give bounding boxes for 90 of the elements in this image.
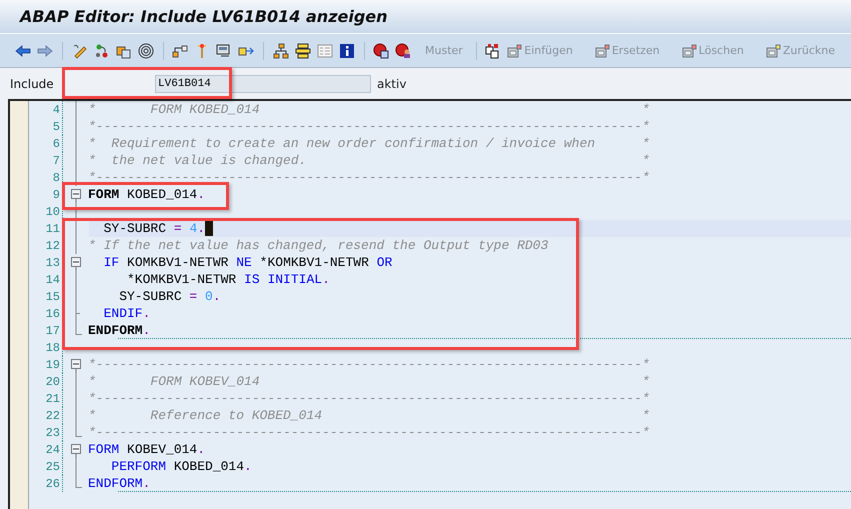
line-number: 8 <box>52 170 61 184</box>
code-text: KOMKBV1-NETWR <box>126 255 230 270</box>
period: . <box>142 323 150 338</box>
code-text: *KOMKBV1-NETWR <box>126 272 238 287</box>
keyword: INITIAL <box>266 272 322 287</box>
period: . <box>322 272 330 287</box>
collapse-icon[interactable] <box>71 254 81 271</box>
line-number: 16 <box>44 306 61 320</box>
hierarchy-icon[interactable] <box>272 42 288 60</box>
line-number: 11 <box>44 222 61 236</box>
keyword: ENDFORM <box>88 476 143 491</box>
code-comment: *----------------------------------------------------------------------* <box>88 170 650 185</box>
window-icon <box>766 44 781 58</box>
info-icon[interactable] <box>338 42 354 60</box>
period: . <box>142 306 150 321</box>
period: . <box>212 289 221 304</box>
line-number: 20 <box>44 374 61 388</box>
linked-dots-icon[interactable] <box>94 42 110 60</box>
line-number: 7 <box>52 154 61 168</box>
code-comment: *----------------------------------------------------------------------* <box>88 425 650 440</box>
line-number: 25 <box>44 460 61 474</box>
keyword: ENDFORM <box>88 323 143 338</box>
operator: = <box>189 289 198 304</box>
window-title: ABAP Editor: Include LV61B014 anzeigen <box>20 7 388 26</box>
include-label: Include <box>10 76 55 90</box>
line-number: 18 <box>44 340 61 354</box>
line-number: 26 <box>44 476 61 490</box>
window-icon <box>594 44 610 58</box>
code-text: SY-SUBRC <box>118 289 183 304</box>
line-number: 6 <box>52 136 61 150</box>
paste-icon[interactable] <box>485 42 502 60</box>
text-cursor <box>205 221 214 236</box>
operator: = <box>174 221 182 236</box>
keyword: IS <box>244 272 260 287</box>
collapse-icon[interactable] <box>71 356 81 373</box>
line-number: 4 <box>52 102 61 116</box>
keyword: OR <box>376 255 392 270</box>
period: . <box>197 221 206 236</box>
code-comment: * If the net value has changed, resend the Output type RD03 <box>88 238 548 253</box>
line-number: 23 <box>44 426 61 440</box>
line-number: 19 <box>44 358 61 372</box>
code-comment: * Reference to KOBED_014 * <box>88 408 650 423</box>
code-comment: * FORM KOBED_014 * <box>88 102 650 117</box>
period: . <box>142 476 150 491</box>
number-literal: 4 <box>188 221 198 236</box>
fold-line-icon <box>75 458 77 475</box>
keyword: ENDIF <box>102 306 143 321</box>
line-number: 9 <box>52 188 61 202</box>
code-comment: *----------------------------------------------------------------------* <box>88 119 650 134</box>
line-number: 14 <box>44 272 61 286</box>
monitor-icon[interactable] <box>216 42 232 60</box>
period: . <box>197 187 206 202</box>
number-literal: 0 <box>204 289 213 304</box>
code-text: KOBEV_014 <box>126 442 198 457</box>
code-text: SY-SUBRC <box>102 221 168 236</box>
line-number: 13 <box>44 256 61 270</box>
line-number: 10 <box>44 204 61 218</box>
window-icon <box>507 44 522 58</box>
line-number: 12 <box>44 238 61 252</box>
code-comment: * Requirement to create an new order confirmation / invoice when * <box>88 136 650 151</box>
status-text: aktiv <box>377 76 406 90</box>
code-comment: *----------------------------------------------------------------------* <box>88 357 650 372</box>
list-icon[interactable] <box>316 42 332 60</box>
keyword: IF <box>102 255 120 270</box>
keyword: PERFORM <box>110 459 166 474</box>
period: . <box>197 442 206 457</box>
include-field[interactable]: LV61B014 <box>155 74 371 92</box>
code-text: *KOMKBV1-NETWR <box>258 255 370 270</box>
line-number: 24 <box>44 442 61 456</box>
code-text: KOBED_014 <box>172 459 244 474</box>
line-number: 21 <box>44 392 61 406</box>
code-comment: * the net value is changed. * <box>88 153 650 168</box>
line-number: 22 <box>44 408 61 422</box>
collapse-icon[interactable] <box>71 441 81 458</box>
line-number: 5 <box>52 120 61 134</box>
collapse-icon[interactable] <box>71 186 81 203</box>
spiral-icon[interactable] <box>138 42 154 60</box>
line-number: 15 <box>44 290 61 304</box>
keyword: FORM <box>88 187 120 202</box>
keyword: FORM <box>88 442 120 457</box>
window-icon <box>682 44 697 58</box>
line-number: 17 <box>44 324 61 338</box>
code-text: KOBED_014 <box>126 187 198 202</box>
stop-sign-icon[interactable] <box>373 42 389 60</box>
stop-sign-user-icon[interactable] <box>395 42 411 60</box>
code-comment: *----------------------------------------------------------------------* <box>88 391 650 406</box>
code-comment: * FORM KOBEV_014 * <box>88 374 650 389</box>
keyword: NE <box>236 255 252 270</box>
stack-icon[interactable] <box>294 42 310 60</box>
period: . <box>244 459 252 474</box>
